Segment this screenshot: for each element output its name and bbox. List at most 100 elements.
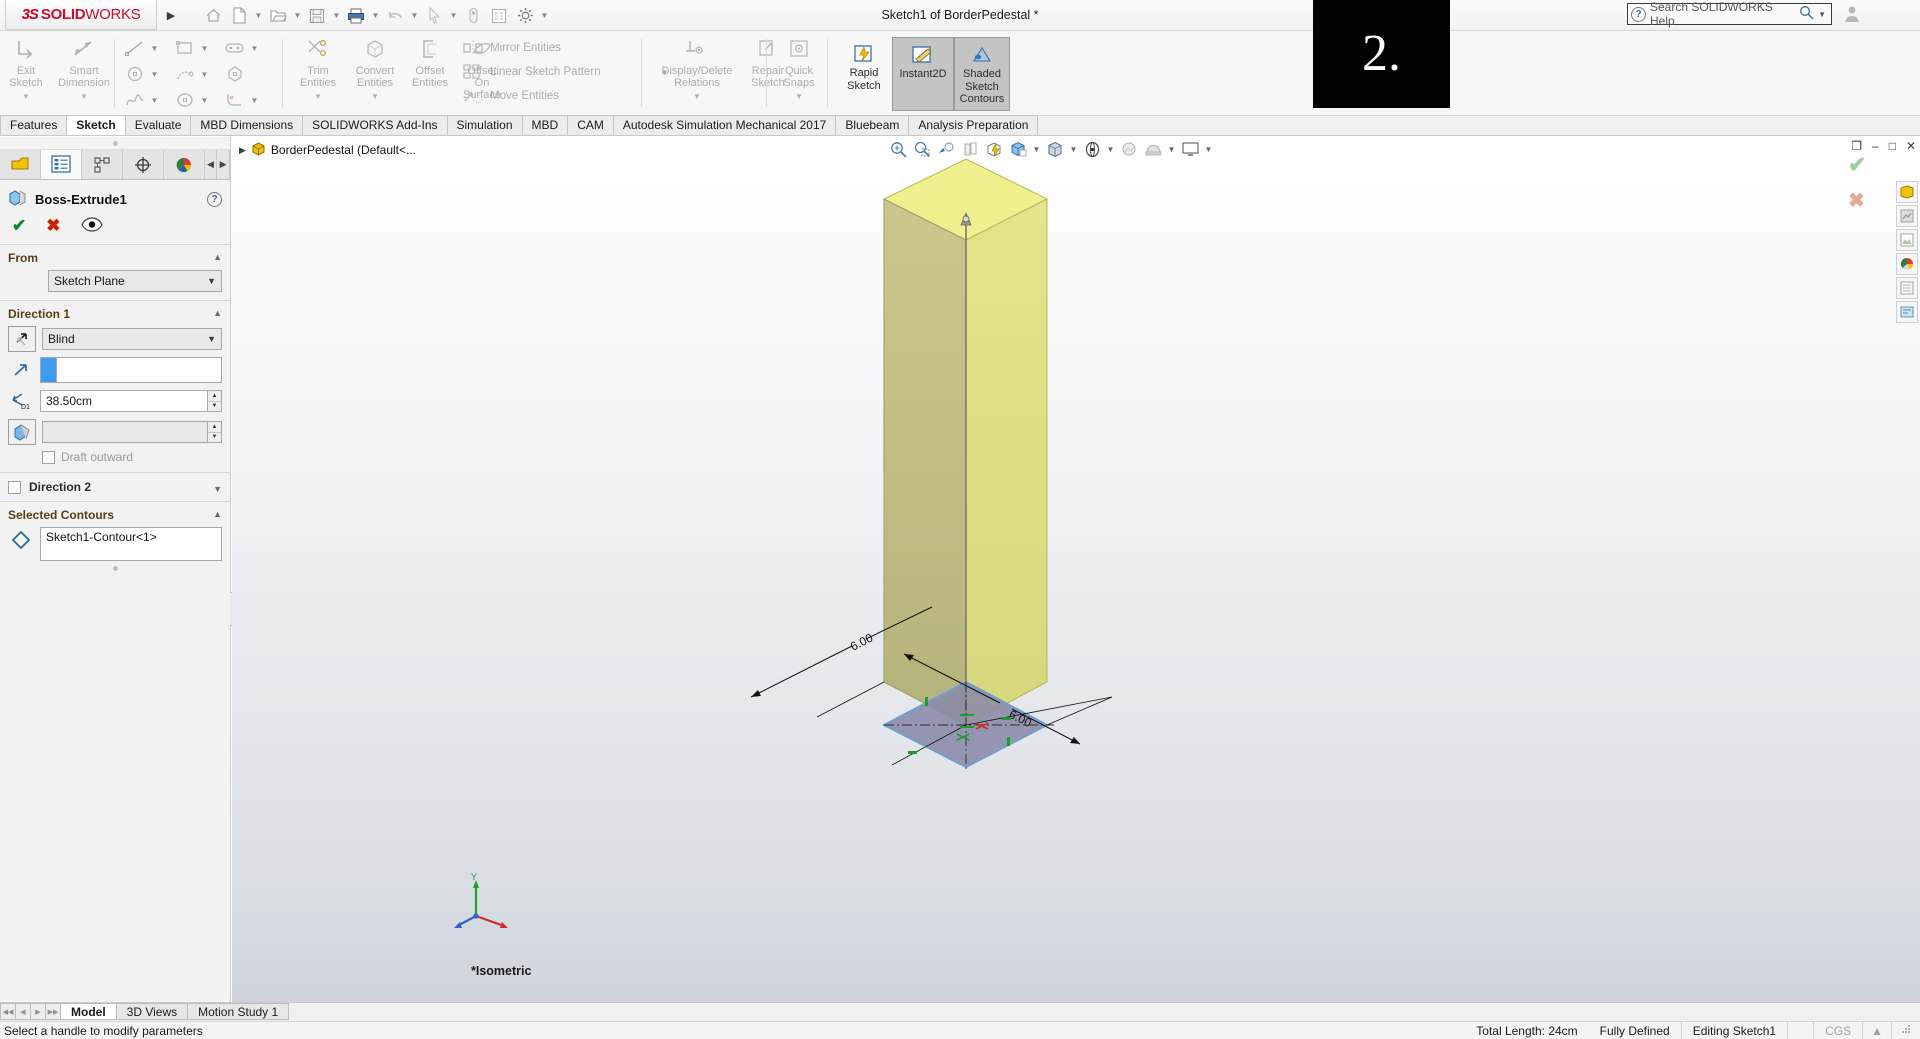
slot-tool-icon[interactable] (222, 35, 248, 61)
ellipse-tool-caret[interactable]: ▼ (198, 88, 211, 112)
open-caret[interactable]: ▼ (291, 3, 304, 29)
next-tab-button[interactable]: ▶ (30, 1003, 46, 1020)
circle-tool-caret[interactable]: ▼ (148, 62, 161, 86)
tab-mbd-dimensions[interactable]: MBD Dimensions (190, 115, 304, 135)
spline-tool-icon[interactable] (122, 87, 148, 113)
display-manager-tab[interactable] (163, 150, 205, 179)
prev-tab-button[interactable]: ◀ (15, 1003, 31, 1020)
polygon-tool-icon[interactable] (222, 61, 248, 87)
tab-bluebeam[interactable]: Bluebeam (835, 115, 910, 135)
line-tool-caret[interactable]: ▼ (148, 36, 161, 60)
search-dropdown-caret[interactable]: ▼ (1818, 10, 1828, 19)
file-properties-icon[interactable] (486, 3, 512, 29)
print-caret[interactable]: ▼ (369, 3, 382, 29)
tab-simulation[interactable]: Simulation (446, 115, 523, 135)
property-manager-tab[interactable] (40, 150, 82, 179)
fillet-tool-caret[interactable]: ▼ (248, 88, 261, 112)
bottom-tab-motion-study[interactable]: Motion Study 1 (187, 1003, 290, 1020)
tab-autodesk-simulation-mechanical[interactable]: Autodesk Simulation Mechanical 2017 (612, 115, 837, 135)
home-icon[interactable] (200, 3, 226, 29)
exit-sketch-caret[interactable]: ▼ (22, 91, 30, 103)
help-icon[interactable]: ? (207, 191, 222, 207)
resize-grip[interactable] (1891, 1021, 1920, 1039)
smart-dimension-caret[interactable]: ▼ (80, 91, 88, 103)
trim-entities-button[interactable]: Trim Entities ▼ (290, 31, 346, 103)
rectangle-tool-caret[interactable]: ▼ (198, 36, 211, 60)
section-direction1-collapse-icon[interactable]: ▲ (213, 308, 222, 318)
tab-evaluate[interactable]: Evaluate (124, 115, 192, 135)
bottom-tab-3d-views[interactable]: 3D Views (115, 1003, 189, 1020)
menu-expand-arrow[interactable]: ▶ (162, 6, 180, 24)
save-caret[interactable]: ▼ (330, 3, 343, 29)
direction2-checkbox[interactable] (8, 480, 21, 494)
smart-dimension-button[interactable]: Smart Dimension ▼ (52, 31, 116, 103)
trim-entities-caret[interactable]: ▼ (314, 91, 322, 103)
shaded-sketch-contours-button[interactable]: Shaded Sketch Contours (954, 37, 1010, 111)
select-cursor-icon[interactable] (421, 3, 447, 29)
quick-snaps-button[interactable]: Quick Snaps ▼ (774, 31, 824, 103)
section-from-collapse-icon[interactable]: ▲ (213, 252, 222, 262)
contours-resize-grip[interactable] (112, 566, 118, 571)
cancel-button[interactable]: ✖ (46, 216, 60, 236)
move-entities-button[interactable]: Move Entities (462, 84, 559, 108)
rectangle-tool-icon[interactable] (172, 35, 198, 61)
draft-angle-input[interactable] (42, 421, 208, 443)
configuration-manager-tab[interactable] (81, 150, 123, 179)
tab-cam[interactable]: CAM (567, 115, 614, 135)
convert-entities-caret[interactable]: ▼ (371, 91, 379, 103)
help-search-input[interactable]: Search SOLIDWORKS Help (1650, 0, 1795, 28)
mirror-entities-button[interactable]: Mirror Entities (462, 36, 561, 60)
bottom-tab-model[interactable]: Model (60, 1003, 117, 1020)
units-caret-icon[interactable]: ▲ (1862, 1021, 1891, 1039)
undo-icon[interactable] (382, 3, 408, 29)
tab-sketch[interactable]: Sketch (66, 115, 126, 135)
tab-mbd[interactable]: MBD (521, 115, 569, 135)
line-tool-icon[interactable] (122, 35, 148, 61)
circle-tool-icon[interactable] (122, 61, 148, 87)
tab-solidworks-add-ins[interactable]: SOLIDWORKS Add-Ins (302, 115, 448, 135)
search-icon[interactable] (1799, 5, 1814, 23)
save-icon[interactable] (304, 3, 330, 29)
quick-snaps-caret[interactable]: ▼ (795, 91, 803, 103)
rebuild-icon[interactable] (460, 3, 486, 29)
manager-tab-next-button[interactable]: ▶ (217, 150, 230, 179)
depth-stepper[interactable]: ▲ ▼ (208, 390, 222, 412)
open-icon[interactable] (265, 3, 291, 29)
direction-vector-field[interactable] (56, 357, 222, 383)
select-caret[interactable]: ▼ (447, 3, 460, 29)
exit-sketch-button[interactable]: Exit Sketch ▼ (0, 31, 52, 103)
help-search-box[interactable]: ? Search SOLIDWORKS Help ▼ (1627, 0, 1832, 28)
feature-manager-tab[interactable] (0, 150, 41, 179)
fillet-tool-icon[interactable] (222, 87, 248, 113)
units-status[interactable]: CGS (1813, 1021, 1862, 1039)
rapid-sketch-button[interactable]: Rapid Sketch (836, 37, 892, 111)
manager-tab-prev-button[interactable]: ◀ (205, 150, 218, 179)
graphics-area[interactable]: ▶ BorderPedestal (Default<... ▼ ▼ ▼ ▼ ▼ … (232, 137, 1920, 1002)
ok-button[interactable]: ✔ (12, 216, 26, 236)
linear-sketch-pattern-button[interactable]: Linear Sketch Pattern ▼ (462, 60, 669, 84)
tab-analysis-preparation[interactable]: Analysis Preparation (908, 115, 1039, 135)
new-document-caret[interactable]: ▼ (252, 3, 265, 29)
options-gear-icon[interactable] (512, 3, 538, 29)
section-selected-contours-collapse-icon[interactable]: ▲ (213, 509, 222, 519)
print-icon[interactable] (343, 3, 369, 29)
draft-on-off-button[interactable] (8, 419, 36, 445)
offset-entities-button[interactable]: Offset Entities (404, 31, 456, 89)
slot-tool-caret[interactable]: ▼ (248, 36, 261, 60)
user-account-icon[interactable] (1842, 4, 1862, 24)
arc-tool-icon[interactable] (172, 61, 198, 87)
draft-outward-row[interactable]: Draft outward (8, 450, 222, 464)
selected-contours-list[interactable]: Sketch1-Contour<1> (40, 527, 222, 561)
depth-input[interactable]: 38.50cm (40, 390, 208, 412)
last-tab-button[interactable]: ▶▶ (45, 1003, 61, 1020)
arc-tool-caret[interactable]: ▼ (198, 62, 211, 86)
convert-entities-button[interactable]: Convert Entities ▼ (346, 31, 404, 103)
undo-caret[interactable]: ▼ (408, 3, 421, 29)
panel-splitter[interactable] (0, 137, 230, 150)
preview-eye-icon[interactable] (80, 217, 103, 235)
display-delete-relations-caret[interactable]: ▼ (693, 91, 701, 103)
from-start-condition-select[interactable]: Sketch Plane ▼ (48, 270, 222, 292)
ellipse-tool-icon[interactable] (172, 87, 198, 113)
options-caret[interactable]: ▼ (538, 3, 551, 29)
instant2d-button[interactable]: Instant2D (892, 37, 954, 111)
